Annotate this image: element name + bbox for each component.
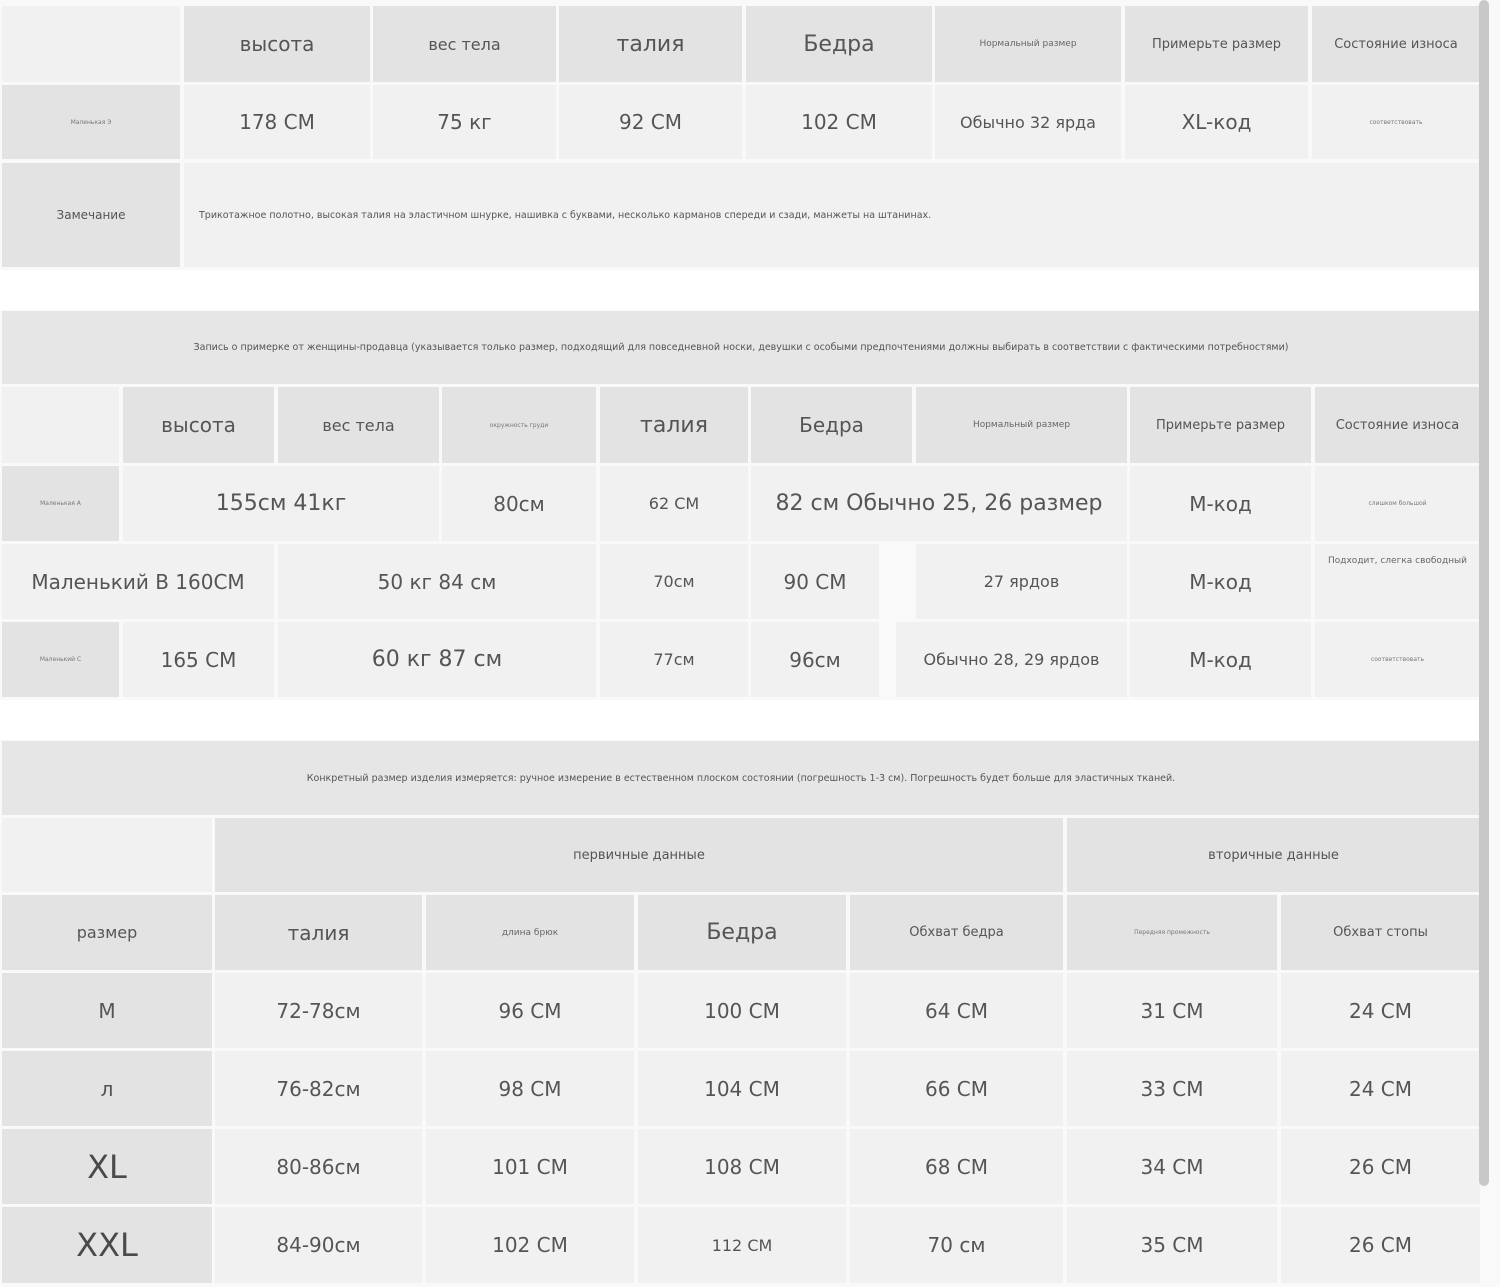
table2-row-a-waist: 62 СМ [600, 466, 748, 541]
table2-row-a-label: Маленькая А [2, 466, 119, 541]
table2-row-b-wear: Подходит, слегка свободный [1315, 544, 1480, 619]
table2-row-c-try: М-код [1130, 622, 1311, 697]
table3-row-l-front-rise: 33 СМ [1067, 1051, 1277, 1126]
table3-row-xxl-thigh: 70 см [850, 1207, 1063, 1283]
table1-header-height: высота [184, 6, 370, 82]
table3-row-m-waist: 72-78см [215, 973, 422, 1048]
table3-row-m-hips: 100 СМ [638, 973, 846, 1048]
table2-row-a-try: М-код [1130, 466, 1311, 541]
table1-cell-normal-size: Обычно 32 ярда [935, 85, 1121, 159]
table3-row-xxl-length: 102 СМ [426, 1207, 634, 1283]
table3-row-m-thigh: 64 СМ [850, 973, 1063, 1048]
table3-header-waist: талия [215, 895, 422, 970]
table3-header-front-rise: Передняя промежность [1067, 895, 1277, 970]
table1-header-waist: талия [559, 6, 742, 82]
table2-row-b-try: М-код [1130, 544, 1311, 619]
table2-header-try-size: Примерьте размер [1130, 387, 1311, 463]
table3-row-xl-length: 101 СМ [426, 1129, 634, 1204]
table1-header-hips: Бедра [746, 6, 932, 82]
table3-row-m-length: 96 СМ [426, 973, 634, 1048]
table2-caption: Запись о примерке от женщины-продавца (у… [2, 311, 1480, 384]
table3-header-foot: Обхват стопы [1281, 895, 1480, 970]
table3-caption: Конкретный размер изделия измеряется: ру… [2, 741, 1480, 815]
table2-row-a-bust: 80см [442, 466, 596, 541]
table1-cell-weight: 75 кг [373, 85, 556, 159]
table3-row-l-size: л [2, 1051, 212, 1126]
table2-row-c-height: 165 СМ [123, 622, 274, 697]
table2-header-normal-size: Нормальный размер [916, 387, 1127, 463]
table2-row-c-wear: соответствовать [1315, 622, 1480, 697]
table3-row-xxl-foot: 26 СМ [1281, 1207, 1480, 1283]
table2-header-bust: окружность груди [442, 387, 596, 463]
table3-row-l-thigh: 66 СМ [850, 1051, 1063, 1126]
table3-row-xl-size: XL [2, 1129, 212, 1204]
table2-row-a-hips-size: 82 см Обычно 25, 26 размер [751, 466, 1127, 541]
table1-remark-text: Трикотажное полотно, высокая талия на эл… [184, 163, 1480, 267]
table3-header-length: длина брюк [426, 895, 634, 970]
table2-row-b-hips: 90 СМ [751, 544, 879, 619]
table2-row-a-height-weight: 155см 41кг [123, 466, 439, 541]
section-divider [0, 700, 1480, 740]
table3-row-l-length: 98 СМ [426, 1051, 634, 1126]
table1-header-weight: вес тела [373, 6, 556, 82]
table1-cell-waist: 92 СМ [559, 85, 742, 159]
section-divider [0, 270, 1480, 310]
table2-header-hips: Бедра [751, 387, 912, 463]
table3-row-xl-waist: 80-86см [215, 1129, 422, 1204]
vertical-scrollbar[interactable] [1479, 0, 1489, 1186]
table3-header-hips: Бедра [638, 895, 846, 970]
table3-row-l-foot: 24 СМ [1281, 1051, 1480, 1126]
table2-row-b-weight-bust: 50 кг 84 см [278, 544, 596, 619]
table1-cell-try-size: XL-код [1125, 85, 1308, 159]
table2-row-c-weight-bust: 60 кг 87 см [278, 622, 596, 697]
table3-row-xl-front-rise: 34 СМ [1067, 1129, 1277, 1204]
table1-cell-height: 178 СМ [184, 85, 370, 159]
table2-header-weight: вес тела [278, 387, 439, 463]
table3-row-xxl-hips: 112 СМ [638, 1207, 846, 1283]
table3-row-xxl-front-rise: 35 СМ [1067, 1207, 1277, 1283]
table3-row-xl-thigh: 68 СМ [850, 1129, 1063, 1204]
table2-row-c-hips: 96см [751, 622, 879, 697]
table2-corner [2, 387, 119, 463]
table2-row-b-waist: 70см [600, 544, 748, 619]
table1-cell-hips: 102 СМ [746, 85, 932, 159]
table3-row-l-waist: 76-82см [215, 1051, 422, 1126]
table3-row-l-hips: 104 СМ [638, 1051, 846, 1126]
table2-row-a-wear: слишком большой [1315, 466, 1480, 541]
table3-row-m-front-rise: 31 СМ [1067, 973, 1277, 1048]
table1-row-label: Маленькая Э [2, 85, 180, 159]
table1-remark-label: Замечание [2, 163, 180, 267]
table3-row-xxl-size: XXL [2, 1207, 212, 1283]
table3-row-m-size: М [2, 973, 212, 1048]
table2-row-b-label-height: Маленький В 160СМ [2, 544, 274, 619]
table3-header-size: размер [2, 895, 212, 970]
table2-row-c-waist: 77см [600, 622, 748, 697]
table2-header-waist: талия [600, 387, 748, 463]
table1-corner [2, 6, 180, 82]
table3-row-xl-hips: 108 СМ [638, 1129, 846, 1204]
table1-header-try-size: Примерьте размер [1125, 6, 1308, 82]
table3-group-secondary: вторичные данные [1067, 818, 1480, 892]
table3-row-xl-foot: 26 СМ [1281, 1129, 1480, 1204]
table2-row-b-size: 27 ярдов [916, 544, 1127, 619]
table3-corner [2, 818, 212, 892]
table2-row-c-label: Маленький С [2, 622, 119, 697]
table3-group-primary: первичные данные [215, 818, 1063, 892]
table1-header-normal-size: Нормальный размер [935, 6, 1121, 82]
table1-header-wear: Состояние износа [1312, 6, 1480, 82]
table3-row-m-foot: 24 СМ [1281, 973, 1480, 1048]
table2-row-c-size: Обычно 28, 29 ярдов [896, 622, 1127, 697]
table2-header-wear: Состояние износа [1315, 387, 1480, 463]
table1-cell-wear: соответствовать [1312, 85, 1480, 159]
table3-header-thigh: Обхват бедра [850, 895, 1063, 970]
table2-header-height: высота [123, 387, 274, 463]
table3-row-xxl-waist: 84-90см [215, 1207, 422, 1283]
